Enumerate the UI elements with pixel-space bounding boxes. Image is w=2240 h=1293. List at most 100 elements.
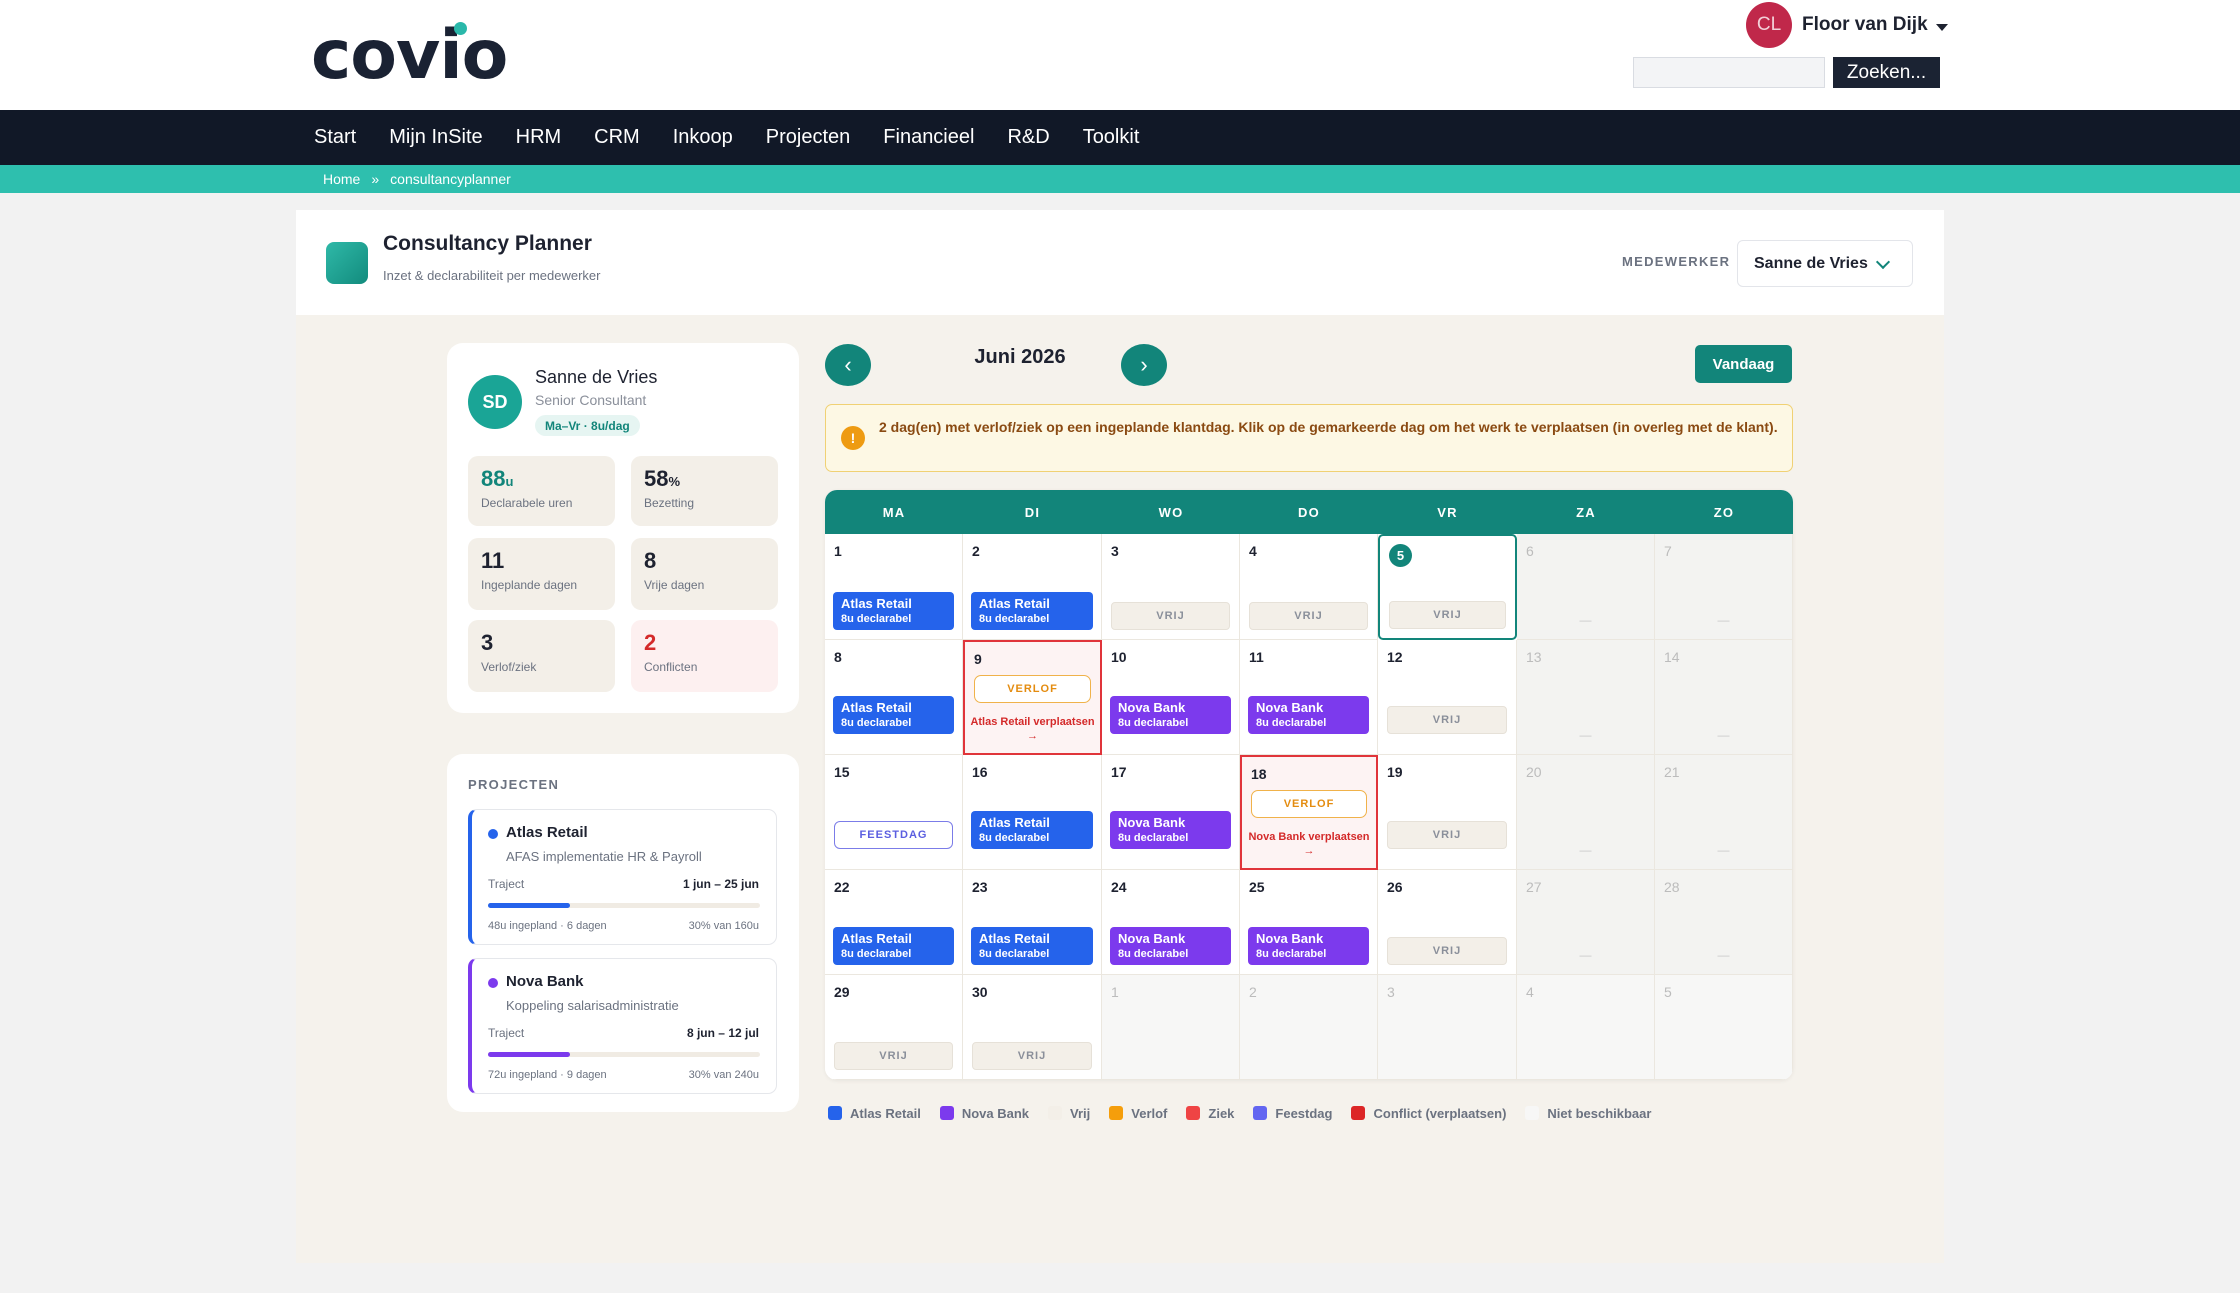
day-cell[interactable]: 23 Atlas Retail 8u declarabel — [963, 870, 1102, 975]
employee-select[interactable]: Sanne de Vries — [1737, 240, 1913, 287]
legend-swatch — [828, 1106, 842, 1120]
project-block[interactable]: Nova Bank 8u declarabel — [1248, 927, 1369, 965]
project-block-hours: 8u declarabel — [1256, 717, 1327, 729]
stat-occupancy: 58% Bezetting — [631, 456, 778, 526]
project-block[interactable]: Atlas Retail 8u declarabel — [833, 592, 954, 630]
day-cell[interactable]: 17 Nova Bank 8u declarabel — [1102, 755, 1240, 870]
project-block-name: Atlas Retail — [979, 815, 1050, 830]
project-block-name: Atlas Retail — [841, 596, 912, 611]
project-block[interactable]: Atlas Retail 8u declarabel — [971, 811, 1093, 849]
day-number: 21 — [1664, 764, 1680, 780]
project-block-hours: 8u declarabel — [841, 613, 912, 625]
today-button[interactable]: Vandaag — [1695, 345, 1792, 383]
day-number: 2 — [972, 543, 980, 559]
unavailable-dash: — — [1717, 843, 1730, 857]
search-button[interactable]: Zoeken... — [1833, 57, 1940, 88]
user-menu[interactable]: CL Floor van Dijk — [1746, 2, 1948, 48]
project-planned: 72u ingepland · 9 dagen — [488, 1069, 607, 1081]
nav-item-hrm[interactable]: HRM — [516, 126, 562, 149]
project-dates: 8 jun – 12 jul — [686, 1026, 759, 1040]
project-share: 30% van 240u — [688, 1069, 759, 1081]
day-cell[interactable]: 24 Nova Bank 8u declarabel — [1102, 870, 1240, 975]
project-block[interactable]: Nova Bank 8u declarabel — [1110, 811, 1231, 849]
stat-value: 58 — [644, 466, 669, 491]
stat-label: Declarabele uren — [481, 496, 573, 510]
nav-item-start[interactable]: Start — [314, 126, 356, 149]
project-block[interactable]: Nova Bank 8u declarabel — [1110, 696, 1231, 734]
day-cell[interactable]: 8 Atlas Retail 8u declarabel — [825, 640, 963, 755]
project-dot-icon — [488, 829, 498, 839]
projects-heading: PROJECTEN — [468, 777, 560, 792]
day-cell[interactable]: 16 Atlas Retail 8u declarabel — [963, 755, 1102, 870]
project-traject-label: Traject — [488, 1026, 525, 1040]
stat-billable-hours: 88u Declarabele uren — [468, 456, 615, 526]
month-title: Juni 2026 — [974, 346, 1066, 368]
day-cell[interactable]: 10 Nova Bank 8u declarabel — [1102, 640, 1240, 755]
project-block-hours: 8u declarabel — [979, 832, 1050, 844]
nav-item-projecten[interactable]: Projecten — [766, 126, 851, 149]
day-cell[interactable]: 15 FEESTDAG — [825, 755, 963, 870]
day-number: 5 — [1389, 544, 1412, 567]
day-cell[interactable]: 5 VRIJ — [1378, 534, 1517, 640]
day-cell[interactable]: 12 VRIJ — [1378, 640, 1517, 755]
day-cell[interactable]: 2 Atlas Retail 8u declarabel — [963, 534, 1102, 640]
project-block-name: Nova Bank — [1118, 931, 1186, 946]
project-block[interactable]: Atlas Retail 8u declarabel — [971, 927, 1093, 965]
stat-label: Ingeplande dagen — [481, 578, 578, 592]
breadcrumb-current[interactable]: consultancyplanner — [390, 171, 511, 187]
free-badge: VRIJ — [1111, 602, 1230, 630]
project-item-nova-bank[interactable]: Nova Bank Koppeling salarisadministratie… — [468, 958, 777, 1094]
nav-item-financieel[interactable]: Financieel — [883, 126, 974, 149]
prev-month-button[interactable]: ‹ — [825, 344, 871, 386]
legend-item: Niet beschikbaar — [1525, 1106, 1651, 1121]
day-number: 4 — [1249, 543, 1257, 559]
legend-item: Verlof — [1109, 1106, 1167, 1121]
day-cell[interactable]: 18 VERLOF Nova Bank verplaatsen → — [1240, 755, 1378, 870]
nav-item-r-d[interactable]: R&D — [1007, 126, 1049, 149]
nav-item-inkoop[interactable]: Inkoop — [673, 126, 733, 149]
project-block[interactable]: Nova Bank 8u declarabel — [1110, 927, 1231, 965]
project-progress-fill — [488, 903, 570, 908]
project-block[interactable]: Nova Bank 8u declarabel — [1248, 696, 1369, 734]
site-header: covio CL Floor van Dijk Zoeken... — [0, 0, 2240, 110]
logo-dot-icon — [454, 22, 467, 35]
move-work-link[interactable]: Nova Bank verplaatsen → — [1246, 830, 1372, 858]
day-cell[interactable]: 22 Atlas Retail 8u declarabel — [825, 870, 963, 975]
project-block[interactable]: Atlas Retail 8u declarabel — [971, 592, 1093, 630]
stat-unit: u — [505, 474, 514, 489]
day-cell[interactable]: 30 VRIJ — [963, 975, 1102, 1080]
day-cell[interactable]: 19 VRIJ — [1378, 755, 1517, 870]
legend-item: Ziek — [1186, 1106, 1234, 1121]
nav-item-crm[interactable]: CRM — [594, 126, 640, 149]
page-subtitle: Inzet & declarabiliteit per medewerker — [383, 268, 601, 283]
day-cell[interactable]: 4 VRIJ — [1240, 534, 1378, 640]
day-number: 10 — [1111, 649, 1127, 665]
day-cell[interactable]: 25 Nova Bank 8u declarabel — [1240, 870, 1378, 975]
calendar-legend: Atlas Retail Nova Bank Vrij Verlof Ziek Feest… — [828, 1103, 1670, 1123]
project-block-name: Atlas Retail — [841, 700, 912, 715]
project-progress-track — [488, 1052, 760, 1057]
project-block[interactable]: Atlas Retail 8u declarabel — [833, 927, 954, 965]
project-item-atlas-retail[interactable]: Atlas Retail AFAS implementatie HR & Pay… — [468, 809, 777, 945]
breadcrumb-home[interactable]: Home — [323, 171, 360, 187]
day-cell[interactable]: 26 VRIJ — [1378, 870, 1517, 975]
day-cell[interactable]: 29 VRIJ — [825, 975, 963, 1080]
breadcrumb-separator: » — [371, 171, 380, 187]
nav-item-toolkit[interactable]: Toolkit — [1083, 126, 1140, 149]
move-work-link[interactable]: Atlas Retail verplaatsen → — [969, 715, 1096, 743]
day-cell[interactable]: 9 VERLOF Atlas Retail verplaatsen → — [963, 640, 1102, 755]
day-cell[interactable]: 3 VRIJ — [1102, 534, 1240, 640]
stat-label: Verlof/ziek — [481, 660, 537, 674]
covio-logo[interactable]: covio — [311, 20, 531, 92]
next-month-button[interactable]: › — [1121, 344, 1167, 386]
conflict-alert: ! 2 dag(en) met verlof/ziek op een ingep… — [825, 404, 1793, 472]
day-cell[interactable]: 1 Atlas Retail 8u declarabel — [825, 534, 963, 640]
legend-label: Vrij — [1070, 1105, 1091, 1121]
project-block[interactable]: Atlas Retail 8u declarabel — [833, 696, 954, 734]
day-cell: 4 — [1517, 975, 1655, 1080]
nav-item-mijn-insite[interactable]: Mijn InSite — [389, 126, 482, 149]
project-name: Atlas Retail — [506, 824, 588, 841]
day-cell[interactable]: 11 Nova Bank 8u declarabel — [1240, 640, 1378, 755]
day-number: 9 — [974, 651, 982, 667]
search-input[interactable] — [1633, 57, 1825, 88]
